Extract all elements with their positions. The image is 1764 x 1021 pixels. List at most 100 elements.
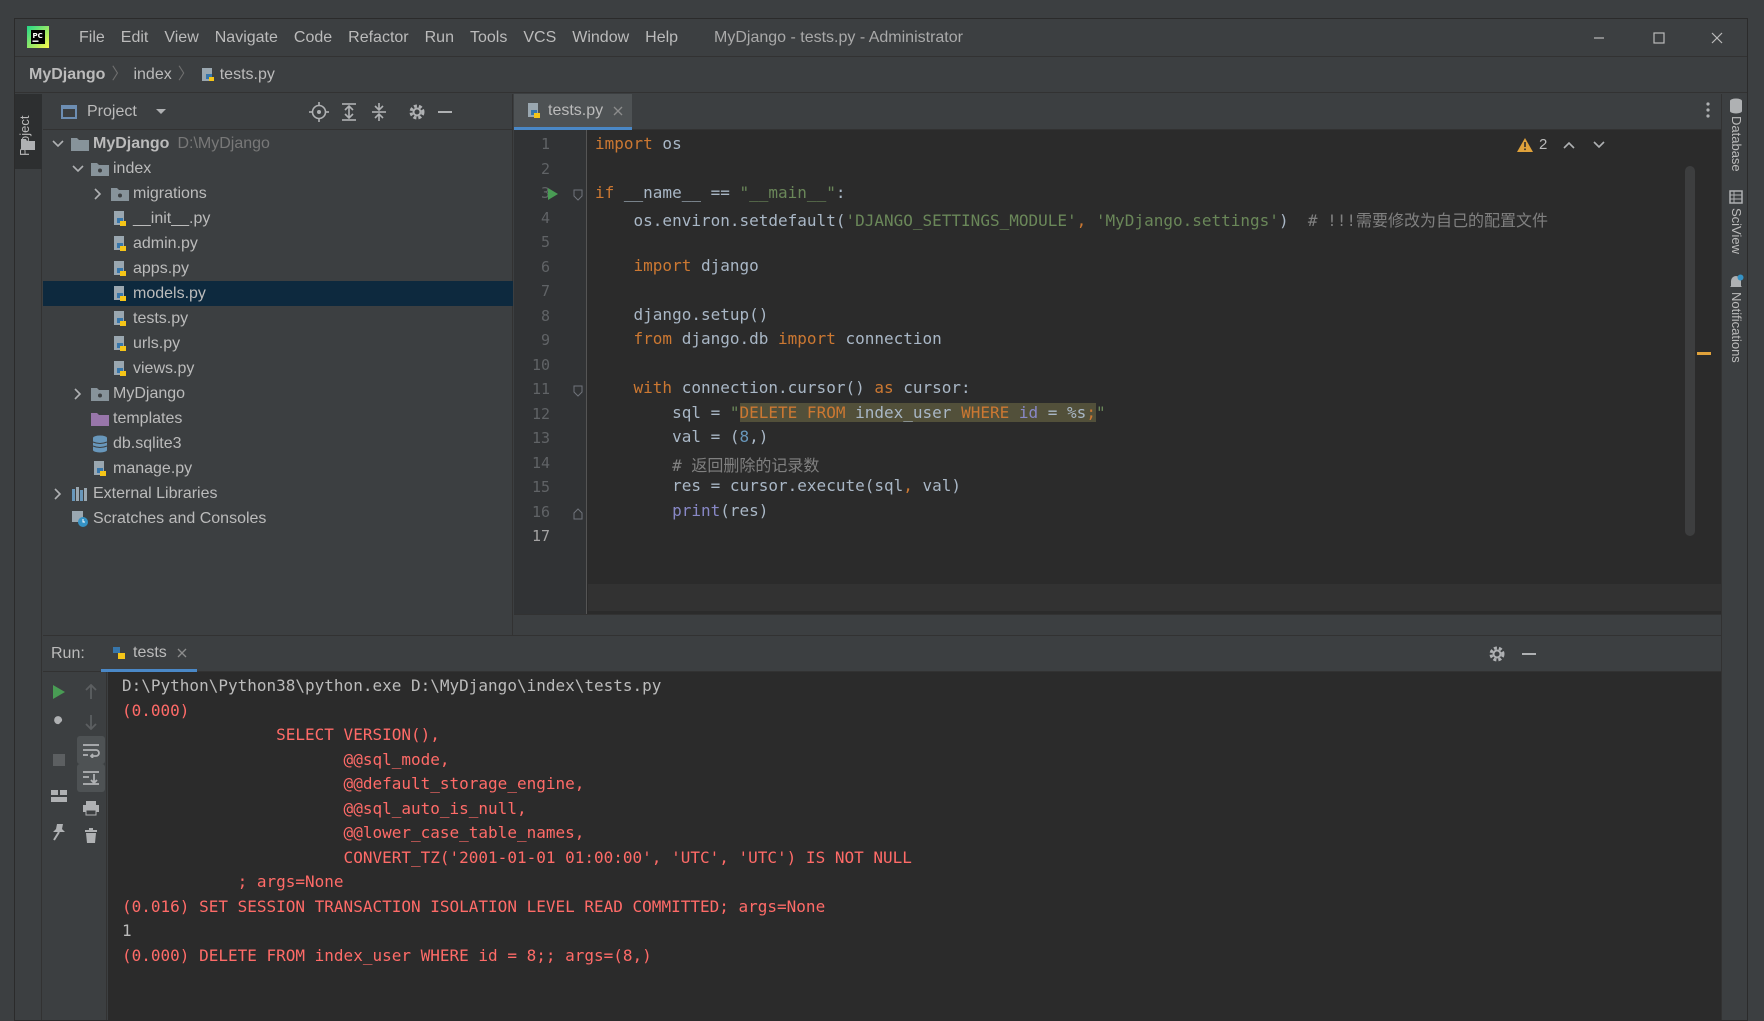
- tree-item-tests-py[interactable]: tests.py: [43, 306, 513, 331]
- tree-item-label: admin.py: [133, 234, 198, 252]
- project-panel: Project MyDjango D:\MyDjango index migra…: [43, 94, 513, 635]
- breadcrumb-file[interactable]: tests.py: [220, 57, 275, 93]
- tree-item-templates[interactable]: templates: [43, 406, 513, 431]
- tree-item-manage-py[interactable]: manage.py: [43, 456, 513, 481]
- project-settings-button[interactable]: [407, 102, 427, 122]
- previous-occurrence-button[interactable]: [77, 678, 105, 706]
- inspection-widget[interactable]: 2: [1517, 136, 1605, 153]
- menu-refactor[interactable]: Refactor: [340, 19, 416, 57]
- chevron-right-icon[interactable]: [91, 187, 105, 201]
- console-line: CONVERT_TZ('2001-01-01 01:00:00', 'UTC',…: [122, 847, 912, 867]
- tree-item-label: manage.py: [113, 459, 193, 477]
- scroll-to-end-button[interactable]: [77, 764, 105, 792]
- tree-item-external-libraries[interactable]: External Libraries: [43, 481, 513, 506]
- chevron-down-icon[interactable]: [71, 162, 85, 176]
- database-tool-tab[interactable]: Database: [1729, 116, 1744, 172]
- tree-item-views-py[interactable]: views.py: [43, 356, 513, 381]
- warning-count: 2: [1539, 136, 1548, 153]
- printer-icon: [83, 801, 99, 816]
- tree-item-admin-py[interactable]: admin.py: [43, 231, 513, 256]
- run-settings-button[interactable]: [1487, 644, 1507, 664]
- tree-item-db-sqlite3[interactable]: db.sqlite3: [43, 431, 513, 456]
- fold-icon[interactable]: [573, 385, 583, 397]
- run-console[interactable]: D:\Python\Python38\python.exe D:\MyDjang…: [108, 672, 1721, 1020]
- tree-item-label: migrations: [133, 184, 207, 202]
- tree-item-apps-py[interactable]: apps.py: [43, 256, 513, 281]
- rerun-button[interactable]: [45, 678, 73, 706]
- hide-run-panel-button[interactable]: [1519, 644, 1539, 664]
- editor-horizontal-scrollbar[interactable]: [514, 614, 1721, 635]
- tree-item-mydjango-package[interactable]: MyDjango: [43, 381, 513, 406]
- code-line-16: print(res): [595, 501, 769, 520]
- templates-folder-icon: [91, 410, 109, 428]
- left-tool-stripe: Project: [15, 94, 42, 1020]
- tree-item-migrations[interactable]: migrations: [43, 181, 513, 206]
- project-view-selector[interactable]: Project: [61, 94, 167, 130]
- menu-view[interactable]: View: [156, 19, 206, 57]
- stop-run-button[interactable]: [45, 746, 73, 774]
- tree-item-label: index: [113, 159, 152, 177]
- menu-navigate[interactable]: Navigate: [207, 19, 286, 57]
- menu-code[interactable]: Code: [286, 19, 340, 57]
- breadcrumb-index[interactable]: index: [133, 57, 171, 93]
- close-icon[interactable]: [613, 106, 623, 116]
- tree-item-urls-py[interactable]: urls.py: [43, 331, 513, 356]
- line-number: 10: [531, 355, 550, 374]
- tab-options-button[interactable]: [1706, 102, 1716, 122]
- collapse-all-button[interactable]: [369, 102, 389, 122]
- chevron-up-icon[interactable]: [1563, 141, 1575, 149]
- menu-edit[interactable]: Edit: [113, 19, 157, 57]
- next-occurrence-button[interactable]: [77, 708, 105, 736]
- expand-all-button[interactable]: [339, 102, 359, 122]
- chevron-down-icon[interactable]: [1593, 140, 1605, 149]
- tree-item-init-py[interactable]: __init__.py: [43, 206, 513, 231]
- folder-icon: [21, 139, 35, 150]
- project-tool-tab[interactable]: Project: [15, 94, 42, 169]
- hide-panel-button[interactable]: [435, 102, 455, 122]
- print-button[interactable]: [77, 794, 105, 822]
- chevron-right-icon[interactable]: [51, 487, 65, 501]
- editor-vertical-scrollbar[interactable]: [1685, 166, 1695, 536]
- minimize-button[interactable]: [1577, 19, 1621, 57]
- sciview-tool-tab[interactable]: SciView: [1729, 208, 1744, 254]
- menu-tools[interactable]: Tools: [462, 19, 515, 57]
- run-tab-label: tests: [133, 643, 167, 661]
- fold-end-icon[interactable]: [573, 508, 583, 520]
- edit-configuration-button[interactable]: [45, 710, 73, 738]
- run-toolbar-primary: [43, 672, 75, 1020]
- menu-vcs[interactable]: VCS: [515, 19, 564, 57]
- code-editor[interactable]: 1 2 3 4 5 6 7 8 9 10 11 12 13 14 15 16 17 2 import os if…: [514, 130, 1721, 614]
- close-window-button[interactable]: [1695, 19, 1739, 57]
- tree-item-label: apps.py: [133, 259, 190, 277]
- tree-item-label: urls.py: [133, 334, 181, 352]
- breadcrumb-project[interactable]: MyDjango: [29, 57, 105, 93]
- menu-help[interactable]: Help: [637, 19, 686, 57]
- pin-tab-button[interactable]: [45, 818, 73, 846]
- maximize-button[interactable]: [1637, 19, 1681, 57]
- notifications-tool-tab[interactable]: Notifications: [1729, 292, 1744, 363]
- fold-icon[interactable]: [573, 189, 583, 201]
- menu-run[interactable]: Run: [417, 19, 462, 57]
- clear-all-button[interactable]: [77, 822, 105, 850]
- soft-wrap-button[interactable]: [77, 736, 105, 764]
- warning-stripe-marker[interactable]: [1697, 352, 1711, 355]
- python-icon: [113, 646, 125, 659]
- chevron-down-icon[interactable]: [51, 137, 65, 151]
- locate-file-button[interactable]: [309, 102, 329, 122]
- arrow-down-icon: [85, 715, 97, 730]
- tree-item-models-py[interactable]: models.py: [43, 281, 513, 306]
- close-icon[interactable]: [177, 648, 187, 658]
- menu-window[interactable]: Window: [564, 19, 637, 57]
- editor-tab-tests-py[interactable]: tests.py: [514, 94, 632, 130]
- python-file-icon: [111, 210, 129, 228]
- tree-item-scratches[interactable]: Scratches and Consoles: [43, 506, 513, 531]
- menu-file[interactable]: File: [71, 19, 113, 57]
- run-tab-tests[interactable]: tests: [101, 636, 197, 672]
- run-gutter-icon[interactable]: [547, 187, 559, 201]
- tree-item-project-root[interactable]: MyDjango D:\MyDjango: [43, 131, 513, 156]
- console-line: SELECT VERSION(),: [122, 725, 440, 744]
- python-file-icon: [91, 460, 109, 478]
- tree-item-index[interactable]: index: [43, 156, 513, 181]
- chevron-right-icon[interactable]: [71, 387, 85, 401]
- layout-button[interactable]: [45, 782, 73, 810]
